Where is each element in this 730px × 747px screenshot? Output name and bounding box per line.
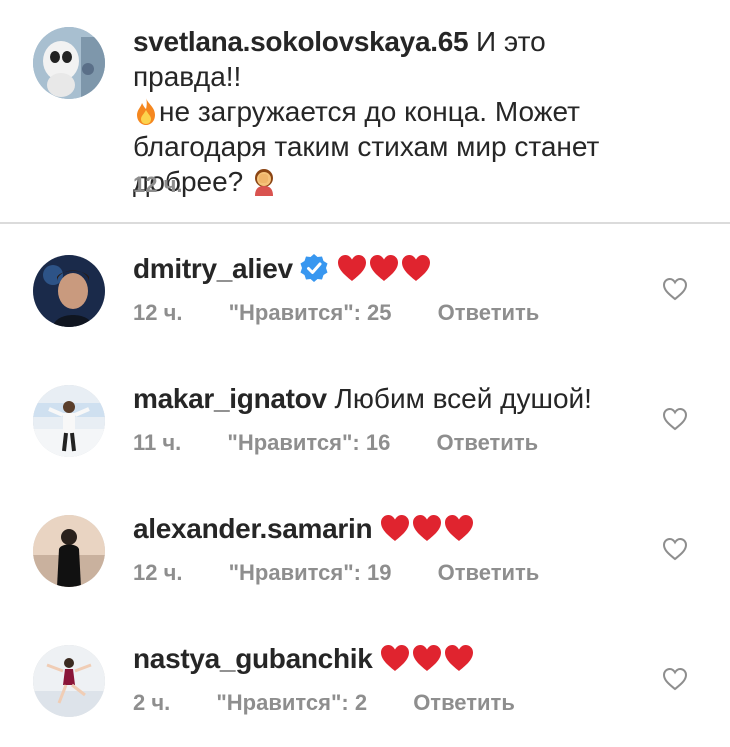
reply-button[interactable]: Ответить [436, 430, 538, 456]
red-heart-icon [413, 645, 442, 671]
comment-username[interactable]: nastya_gubanchik [133, 643, 373, 674]
avatar[interactable] [33, 255, 105, 327]
red-heart-icon [445, 515, 474, 541]
red-heart-icon [413, 515, 442, 541]
comment-meta: 12 ч. [133, 172, 182, 198]
avatar[interactable] [33, 385, 105, 457]
like-heart-icon[interactable] [662, 277, 688, 301]
comment-likes[interactable]: "Нравится": 19 [229, 560, 392, 586]
red-heart-icon [445, 645, 474, 671]
heart-emojis [380, 643, 476, 674]
avatar[interactable] [33, 515, 105, 587]
avatar[interactable] [33, 645, 105, 717]
comment-likes[interactable]: "Нравится": 25 [229, 300, 392, 326]
comment-time: 12 ч. [133, 560, 183, 585]
heart-emojis [380, 513, 476, 544]
avatar-image [33, 27, 105, 99]
reply-button[interactable]: Ответить [438, 560, 540, 586]
red-heart-icon [369, 255, 398, 281]
avatar-image [33, 515, 105, 587]
avatar-image [33, 255, 105, 327]
comment-meta: 2 ч. "Нравится": 2 Ответить [133, 690, 515, 716]
comment-likes[interactable]: "Нравится": 2 [216, 690, 367, 716]
fire-icon [137, 98, 155, 125]
heart-emojis [337, 253, 433, 284]
comment-username[interactable]: svetlana.sokolovskaya.65 [133, 26, 469, 57]
like-heart-icon[interactable] [662, 537, 688, 561]
comment-username[interactable]: makar_ignatov [133, 383, 327, 414]
comment-text: makar_ignatov Любим всей душой! [133, 381, 653, 416]
reply-button[interactable]: Ответить [413, 690, 515, 716]
comment-meta: 11 ч. "Нравится": 16 Ответить [133, 430, 538, 456]
red-heart-icon [337, 255, 366, 281]
comment-meta: 12 ч. "Нравится": 19 Ответить [133, 560, 539, 586]
comment-body: Любим всей душой! [326, 383, 592, 414]
comment-time: 12 ч. [133, 172, 183, 197]
facepalm-woman-icon [255, 169, 274, 196]
comment-text: alexander.samarin [133, 511, 653, 546]
divider [0, 222, 730, 224]
comment-username[interactable]: dmitry_aliev [133, 253, 293, 284]
comment-likes[interactable]: "Нравится": 16 [227, 430, 390, 456]
reply-button[interactable]: Ответить [438, 300, 540, 326]
comment-time: 11 ч. [133, 430, 182, 455]
comment-username[interactable]: alexander.samarin [133, 513, 373, 544]
like-heart-icon[interactable] [662, 407, 688, 431]
comment-text: svetlana.sokolovskaya.65 И это правда!! … [133, 24, 653, 199]
avatar-image [33, 645, 105, 717]
comment-time: 12 ч. [133, 300, 183, 325]
comment-body-cont: не загружается до конца. Может благодаря… [133, 96, 600, 197]
red-heart-icon [381, 515, 410, 541]
comment-meta: 12 ч. "Нравится": 25 Ответить [133, 300, 539, 326]
avatar[interactable] [33, 27, 105, 99]
comment-text: dmitry_aliev [133, 251, 653, 286]
verified-badge-icon [300, 254, 328, 282]
like-heart-icon[interactable] [662, 667, 688, 691]
red-heart-icon [381, 645, 410, 671]
red-heart-icon [401, 255, 430, 281]
comment-time: 2 ч. [133, 690, 171, 715]
comment-text: nastya_gubanchik [133, 641, 653, 676]
avatar-image [33, 385, 105, 457]
